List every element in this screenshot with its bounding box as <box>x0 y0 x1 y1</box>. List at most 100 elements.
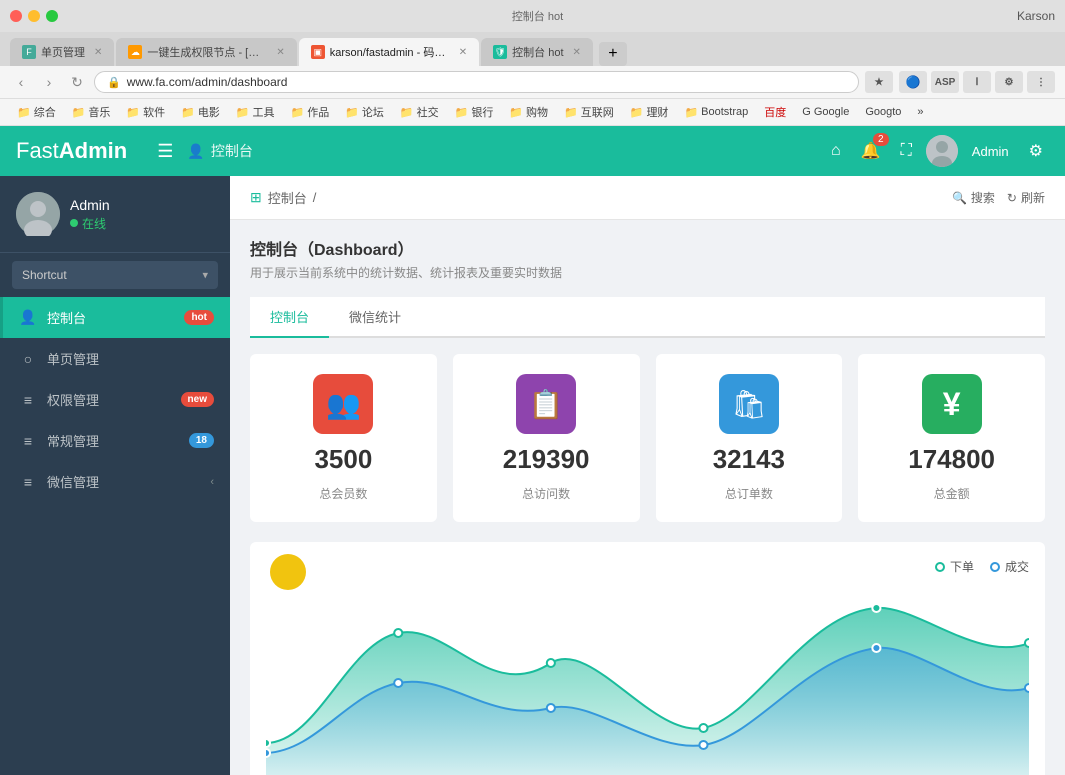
sidebar-user-info: Admin 在线 <box>70 197 110 232</box>
breadcrumb-separator: / <box>313 190 317 205</box>
order-point-3 <box>699 724 707 732</box>
content-action-buttons: 🔍 搜索 ↻ 刷新 <box>952 189 1045 206</box>
sidebar-label-general: 常规管理 <box>47 431 179 450</box>
dashboard-icon: 👤 <box>19 309 37 326</box>
bookmark-googto[interactable]: Googto <box>858 104 908 120</box>
extension-btn-2[interactable]: ASP <box>931 71 959 93</box>
browser-tab-2[interactable]: ☁ 一键生成权限节点 - [基于Thi… ✕ <box>116 38 296 66</box>
tab-wechat-stats[interactable]: 微信统计 <box>329 297 421 338</box>
browser-nav-actions: 🔵 ASP Ⅰ ⚙ ⋮ <box>899 71 1055 93</box>
legend-deal-dot <box>990 562 1000 572</box>
bookmark-银行[interactable]: 📁银行 <box>448 102 501 122</box>
sidebar-username: Admin <box>70 197 110 213</box>
search-action-button[interactable]: 🔍 搜索 <box>952 189 995 206</box>
tab1-close[interactable]: ✕ <box>94 47 102 58</box>
tab-dashboard[interactable]: 控制台 <box>250 297 329 338</box>
sidebar-status: 在线 <box>70 215 110 232</box>
orders-number: 32143 <box>713 444 785 475</box>
app-logo: FastAdmin <box>16 138 127 164</box>
stat-card-visits: 📋 219390 总访问数 <box>453 354 640 522</box>
tab2-close[interactable]: ✕ <box>276 47 284 58</box>
browser-user: Karson <box>1017 9 1055 23</box>
bookmark-购物[interactable]: 📁购物 <box>502 102 555 122</box>
sidebar-shortcut-section: Shortcut <box>0 253 230 297</box>
bookmark-论坛[interactable]: 📁论坛 <box>338 102 391 122</box>
browser-tab-1[interactable]: F 单页管理 ✕ <box>10 38 114 66</box>
browser-tabs: F 单页管理 ✕ ☁ 一键生成权限节点 - [基于Thi… ✕ ▣ karson… <box>0 32 1065 66</box>
content-body: 控制台（Dashboard） 用于展示当前系统中的统计数据、统计报表及重要实时数… <box>230 220 1065 775</box>
minimize-button[interactable] <box>28 10 40 22</box>
sidebar-avatar <box>16 192 60 236</box>
bookmark-音乐[interactable]: 📁音乐 <box>65 102 118 122</box>
legend-deal: 成交 <box>990 558 1029 575</box>
dashboard-badge: hot <box>184 310 214 325</box>
permission-badge: new <box>181 392 214 407</box>
browser-chrome: 控制台 hot Karson F 单页管理 ✕ ☁ 一键生成权限节点 - [基于… <box>0 0 1065 126</box>
sidebar-item-singlepage[interactable]: ○ 单页管理 <box>0 338 230 379</box>
extension-btn-4[interactable]: ⚙ <box>995 71 1023 93</box>
sidebar-user-section: Admin 在线 <box>0 176 230 253</box>
browser-navbar: ‹ › ↻ 🔒 www.fa.com/admin/dashboard ★ 🔵 A… <box>0 66 1065 99</box>
new-tab-button[interactable]: + <box>599 42 627 66</box>
browser-menu[interactable]: ⋮ <box>1027 71 1055 93</box>
settings-button[interactable]: ⚙ <box>1023 135 1049 167</box>
tab3-close[interactable]: ✕ <box>459 47 467 58</box>
extension-btn-3[interactable]: Ⅰ <box>963 71 991 93</box>
tab2-label: 一键生成权限节点 - [基于Thi… <box>147 44 267 60</box>
header-nav-label: 控制台 <box>211 141 253 161</box>
home-button[interactable]: ⌂ <box>825 136 847 166</box>
sidebar-item-wechat[interactable]: ≡ 微信管理 ‹ <box>0 461 230 502</box>
bookmark-google[interactable]: G Google <box>795 104 856 120</box>
maximize-button[interactable] <box>46 10 58 22</box>
content-header: ⊞ 控制台 / 🔍 搜索 ↻ 刷新 <box>230 176 1065 220</box>
orders-icon: 🛍 <box>719 374 779 434</box>
shortcut-select[interactable]: Shortcut <box>12 261 218 289</box>
main-container: Admin 在线 Shortcut 👤 控制台 hot <box>0 176 1065 775</box>
sidebar-item-permission[interactable]: ≡ 权限管理 new <box>0 379 230 420</box>
back-button[interactable]: ‹ <box>10 71 32 93</box>
bookmark-作品[interactable]: 📁作品 <box>284 102 337 122</box>
wechat-icon: ≡ <box>19 474 37 490</box>
browser-tab-4[interactable]: 🛡 控制台 hot ✕ <box>481 38 593 66</box>
bookmark-电影[interactable]: 📁电影 <box>174 102 227 122</box>
amount-icon: ¥ <box>922 374 982 434</box>
fullscreen-button[interactable]: ⛶ <box>895 136 918 166</box>
deal-point-1 <box>394 679 402 687</box>
sidebar-toggle[interactable]: ☰ <box>147 141 183 162</box>
general-badge: 18 <box>189 433 214 448</box>
order-point-1 <box>394 629 402 637</box>
forward-button[interactable]: › <box>38 71 60 93</box>
stat-card-members: 👥 3500 总会员数 <box>250 354 437 522</box>
bookmark-社交[interactable]: 📁社交 <box>393 102 446 122</box>
permission-icon: ≡ <box>19 392 37 408</box>
tab4-close[interactable]: ✕ <box>573 47 581 58</box>
sidebar-item-dashboard[interactable]: 👤 控制台 hot <box>0 297 230 338</box>
reload-button[interactable]: ↻ <box>66 71 88 93</box>
search-label: 搜索 <box>971 189 995 206</box>
refresh-action-button[interactable]: ↻ 刷新 <box>1007 189 1045 206</box>
bookmark-软件[interactable]: 📁软件 <box>119 102 172 122</box>
sidebar-label-dashboard: 控制台 <box>47 308 174 327</box>
bookmark-more[interactable]: » <box>910 104 930 120</box>
page-title-section: 控制台（Dashboard） 用于展示当前系统中的统计数据、统计报表及重要实时数… <box>250 236 1045 281</box>
bookmark-理财[interactable]: 📁理财 <box>623 102 676 122</box>
bookmark-工具[interactable]: 📁工具 <box>229 102 282 122</box>
wechat-arrow: ‹ <box>210 476 214 488</box>
bookmark-综合[interactable]: 📁综合 <box>10 102 63 122</box>
address-bar[interactable]: 🔒 www.fa.com/admin/dashboard <box>94 71 859 93</box>
header-nav-icon: 👤 <box>187 143 204 160</box>
bookmark-互联网[interactable]: 📁互联网 <box>557 102 621 122</box>
notification-button[interactable]: 🔔 2 <box>855 135 887 167</box>
bookmark-bootstrap[interactable]: 📁Bootstrap <box>677 104 755 121</box>
visits-label: 总访问数 <box>522 485 570 502</box>
sidebar-item-general[interactable]: ≡ 常规管理 18 <box>0 420 230 461</box>
close-button[interactable] <box>10 10 22 22</box>
bookmark-baidu[interactable]: 百度 <box>757 102 793 122</box>
members-number: 3500 <box>314 444 372 475</box>
bookmark-button[interactable]: ★ <box>865 71 893 93</box>
lock-icon: 🔒 <box>107 76 121 89</box>
browser-tab-3[interactable]: ▣ karson/fastadmin - 码云 - 开… ✕ <box>299 38 479 66</box>
extension-btn-1[interactable]: 🔵 <box>899 71 927 93</box>
bookmarks-bar: 📁综合 📁音乐 📁软件 📁电影 📁工具 📁作品 📁论坛 📁社交 📁银行 📁购物 … <box>0 99 1065 126</box>
chart-svg <box>266 583 1029 775</box>
